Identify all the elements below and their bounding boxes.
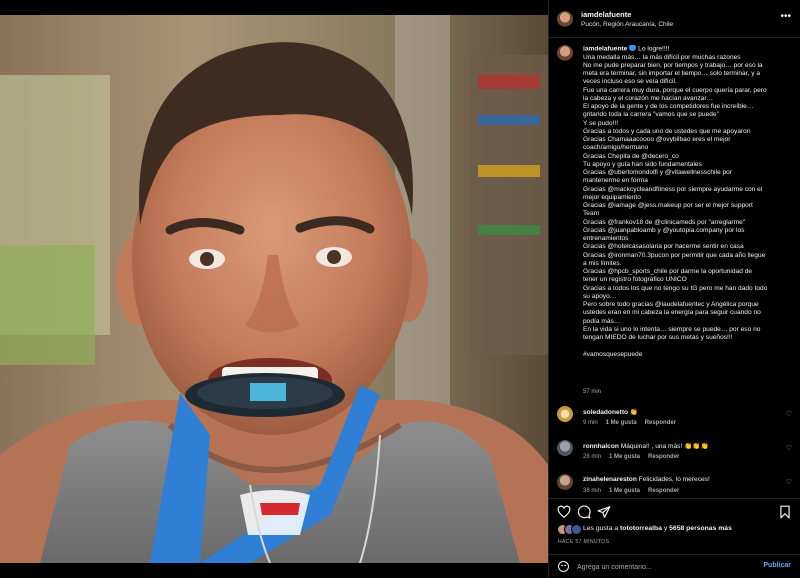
caption-line: Gracias @mackcycleandfitness por siempre… [583, 185, 763, 193]
caption-line: En la vida si uno lo intenta… siempre se… [583, 325, 761, 333]
caption-line: Gracias @iamage @jess.makeup por ser el … [583, 202, 753, 209]
caption-line: Tu apoyo y guía han sido fundamentales [583, 160, 702, 168]
comment-body: 👏 [628, 409, 639, 416]
post-photo[interactable] [0, 15, 548, 563]
caption-line [583, 342, 795, 350]
caption-username[interactable]: iamdelafuente [583, 45, 627, 52]
bookmark-icon[interactable] [778, 505, 792, 519]
comment-time: 38 min [583, 488, 602, 494]
caption-line: Gracias Chepita de @decero_co [583, 152, 679, 160]
more-icon[interactable]: ••• [780, 12, 791, 22]
caption-avatar[interactable] [557, 45, 573, 61]
caption-line: la cabeza y el corazón me hacían avanzar… [583, 94, 714, 102]
caption-line: Team [583, 210, 600, 218]
post-age: HACE 57 MINUTOS [558, 539, 610, 545]
likes-summary[interactable]: Les gusta a tototorrealba y 5658 persona… [583, 525, 732, 532]
caption-line: meta era terminar, sin importar el tiemp… [583, 70, 760, 77]
comment-icon[interactable] [577, 505, 591, 519]
comment-text: ronnhalcon Máquina!! , una más! 👏👏👏 [583, 442, 709, 450]
emoji-icon[interactable] [558, 561, 569, 572]
post-caption: iamdelafuente Lo logre!!!! Una medalla m… [583, 45, 795, 359]
caption-line: mejor equipamiento [583, 193, 641, 201]
reply-button[interactable]: Responder [648, 488, 679, 494]
caption-first-line: Lo logre!!!! [636, 45, 670, 53]
commenter-username[interactable]: zinahelenareston [583, 476, 637, 483]
comment-heart-icon[interactable]: ♡ [786, 444, 792, 452]
comment-heart-icon[interactable]: ♡ [786, 410, 792, 418]
caption-line: Gracias @hpcb_sports_chile por darme la … [583, 268, 753, 275]
post-side-panel: iamdelafuente Pucón, Región Araucanía, C… [548, 0, 800, 578]
comment-text: soledadonetto 👏 [583, 408, 638, 416]
caption-line: Gracias @ironman70.3pucon por permitir q… [583, 251, 766, 259]
caption-line: Y se pudo!!! [583, 119, 619, 127]
likes-user[interactable]: tototorrealba [620, 525, 662, 532]
comment-meta: 38 min 1 Me gusta Responder [583, 488, 687, 494]
post-actions: Les gusta a tototorrealba y 5658 persona… [549, 498, 800, 554]
comment-likes[interactable]: 1 Me gusta [609, 454, 640, 460]
add-comment-bar: Publicar [549, 554, 800, 578]
heart-icon[interactable] [557, 505, 571, 519]
caption-line: No me pude preparar bien, por tiempos y … [583, 61, 763, 69]
caption-line: ustedes eran en mi cabeza la energía par… [583, 309, 761, 317]
caption-line: Gracias Chamaaacoooo @ovybilbao eres el … [583, 136, 731, 143]
post-header: iamdelafuente Pucón, Región Araucanía, C… [549, 0, 800, 38]
likes-count[interactable]: 5658 personas más [669, 525, 732, 532]
caption-line: gritando toda la carrera "vamos que se p… [583, 111, 719, 119]
post-photo-image [0, 15, 548, 563]
comment-body: Felicidades, lo mereces! [636, 476, 710, 483]
commenter-avatar[interactable] [557, 406, 573, 422]
caption-line: podía más… [583, 317, 621, 325]
share-icon[interactable] [597, 505, 611, 519]
caption-line: Gracias @hotelcasasolaria por hacerme se… [583, 243, 744, 251]
caption-line: tengan MIEDO de luchar por sus metas y s… [583, 334, 733, 341]
caption-line: Pero sobre todo gracias @laudelafuentec … [583, 301, 759, 308]
comment-likes[interactable]: 1 Me gusta [606, 420, 637, 426]
post-location[interactable]: Pucón, Región Araucanía, Chile [581, 21, 673, 28]
comment-time: 9 min [583, 420, 598, 426]
caption-line: mantenerme en forma [583, 177, 648, 185]
liker-avatar [571, 524, 582, 535]
commenter-avatar[interactable] [557, 474, 573, 490]
caption-line: Gracias @juanpabloamb y @youtopia.compan… [583, 226, 745, 234]
caption-line: Gracias a todos y cada uno de ustedes qu… [583, 127, 751, 135]
likes-prefix: Les gusta a [583, 525, 621, 532]
caption-line: entrenamientos [583, 235, 629, 242]
comment-body: Máquina!! , una más! 👏👏👏 [618, 443, 709, 450]
comment-time: 28 min [583, 454, 602, 460]
caption-line: su apoyo… [583, 292, 617, 300]
caption-line: Una medalla más… la más difícil por much… [583, 53, 741, 61]
caption-line: Gracias @ubertomondolfi y @vitawellnessc… [583, 169, 732, 176]
commenter-username[interactable]: ronnhalcon [583, 443, 619, 450]
caption-line: Fue una carrera muy dura, porque el cuer… [583, 86, 767, 94]
author-username[interactable]: iamdelafuente [581, 10, 631, 19]
comment-text: zinahelenareston Felicidades, lo mereces… [583, 476, 710, 483]
caption-line: a mis límites. [583, 259, 622, 267]
comment-likes[interactable]: 1 Me gusta [609, 488, 640, 494]
comment-meta: 9 min 1 Me gusta Responder [583, 420, 684, 426]
caption-line: #vamosquesepuede [583, 350, 643, 358]
publish-button[interactable]: Publicar [763, 562, 791, 569]
caption-line: tener un registro fotográfico ÚNICO [583, 276, 687, 284]
author-avatar[interactable] [557, 11, 573, 27]
reply-button[interactable]: Responder [648, 454, 679, 460]
reply-button[interactable]: Responder [645, 420, 676, 426]
commenter-avatar[interactable] [557, 440, 573, 456]
caption-line: El apoyo de la gente y de los competidor… [583, 103, 754, 110]
comment-heart-icon[interactable]: ♡ [786, 478, 792, 486]
commenter-username[interactable]: soledadonetto [583, 409, 628, 416]
caption-line: veces incluso eso se veía difícil. [583, 78, 677, 86]
caption-line: Gracias @frankov18 de @clinicameds por "… [583, 218, 746, 226]
caption-line: coach/amigo/hermano [583, 144, 649, 152]
comment-meta: 28 min 1 Me gusta Responder [583, 454, 687, 460]
comment-input[interactable] [577, 560, 757, 574]
caption-line: Gracias a todos los que no tengo su IG p… [583, 284, 768, 292]
caption-lines: Una medalla más… la más difícil por much… [583, 54, 795, 359]
caption-time: 57 min [583, 389, 602, 395]
